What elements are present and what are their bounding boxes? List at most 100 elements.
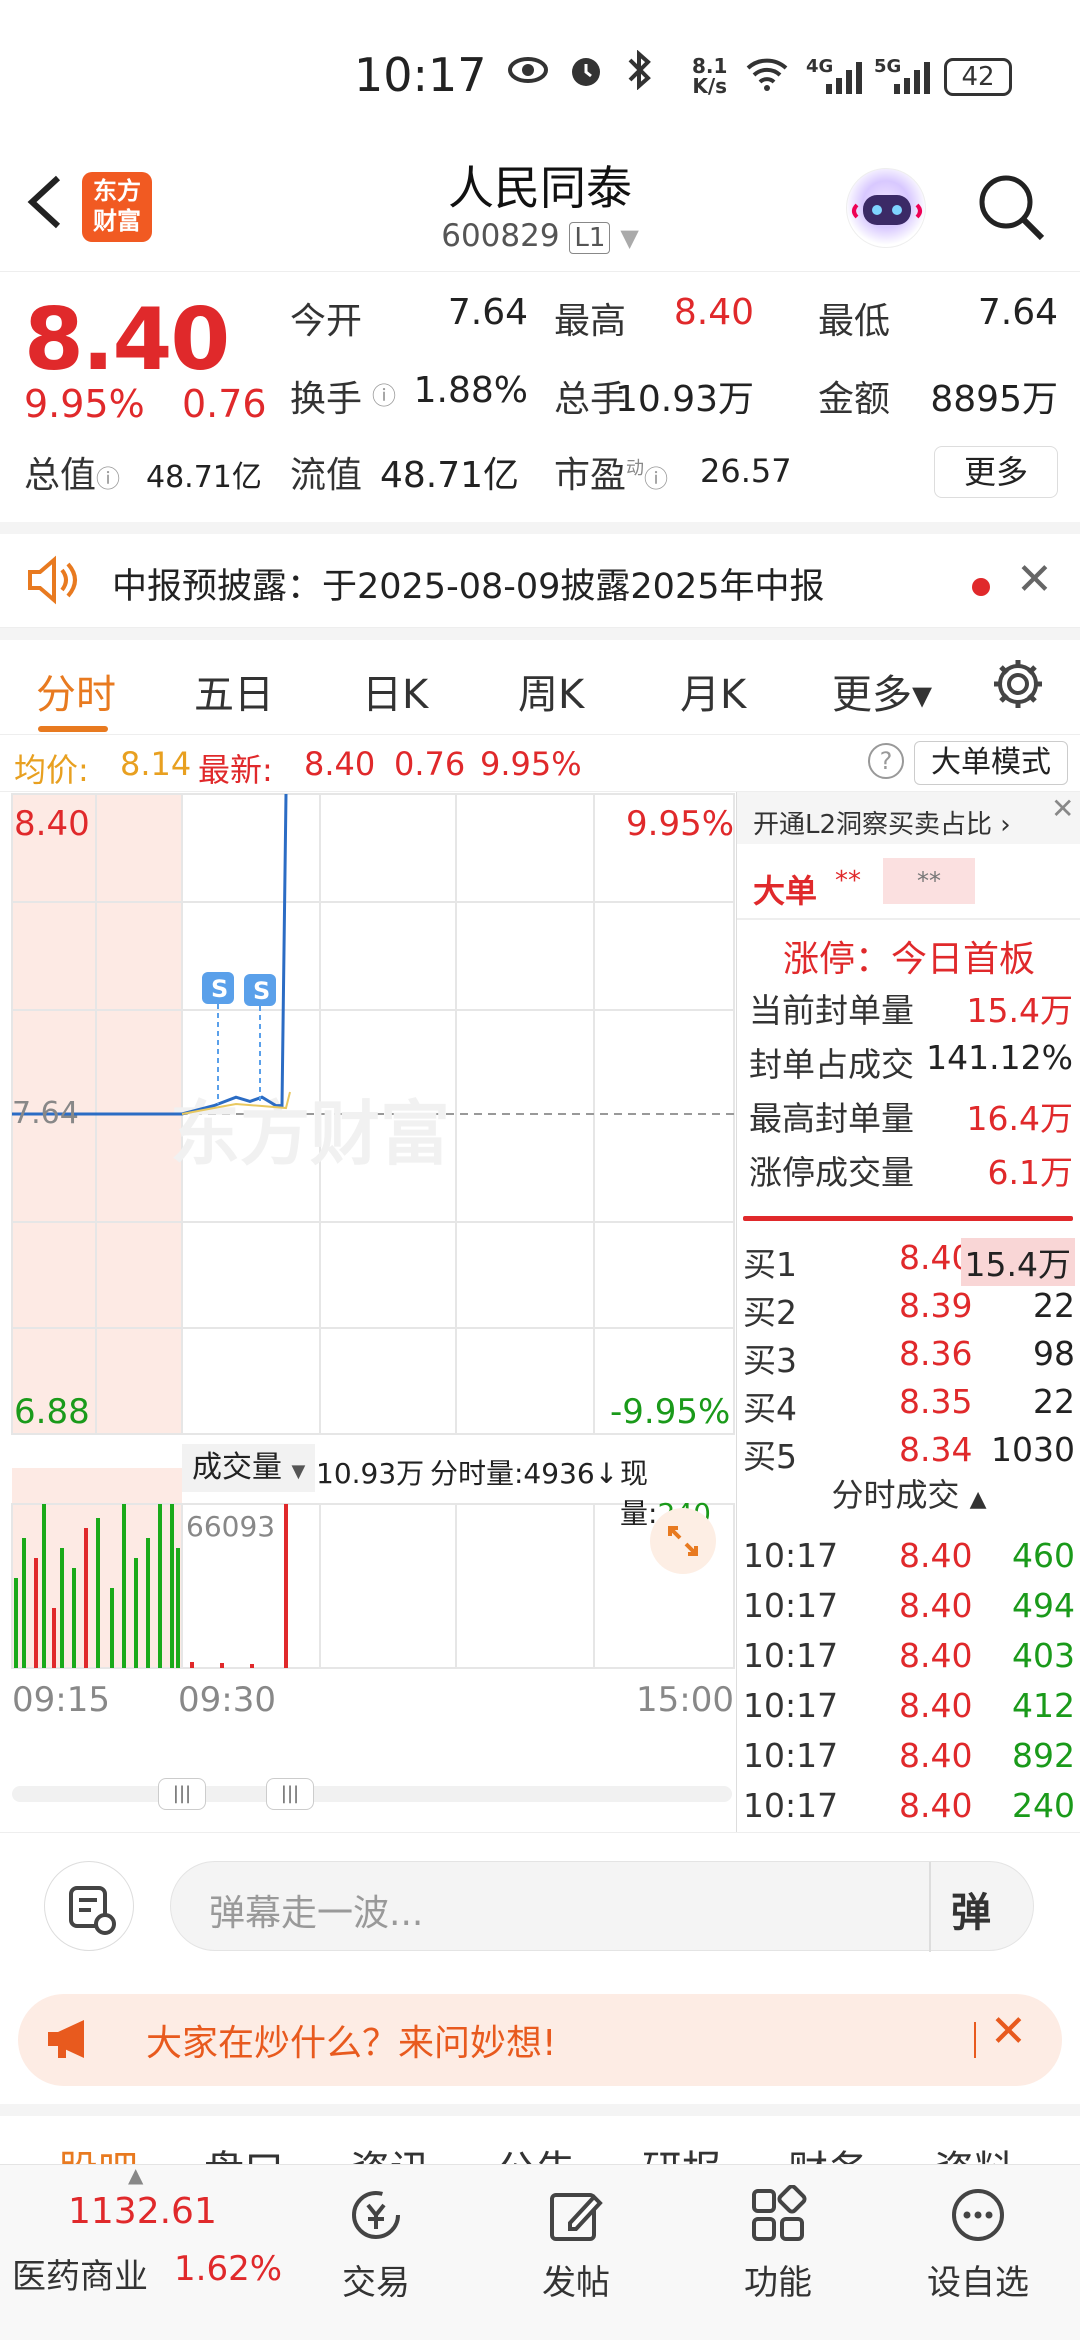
search-button[interactable]	[976, 172, 1046, 242]
latest-value: 8.40	[304, 745, 376, 783]
y-min-price: 6.88	[14, 1392, 90, 1432]
close-icon[interactable]: ✕	[990, 2006, 1027, 2057]
danmaku-placeholder: 弹幕走一波...	[209, 1893, 424, 1934]
tab-0[interactable]: 分时	[36, 662, 116, 720]
more-stats-button[interactable]: 更多	[934, 446, 1058, 498]
s-marker-1[interactable]: S	[202, 972, 234, 1104]
search-icon	[979, 175, 1045, 241]
close-icon[interactable]: ✕	[1016, 554, 1053, 605]
time-range-slider[interactable]	[12, 1786, 732, 1802]
volume-bar	[250, 1664, 254, 1668]
volume-max: 66093	[186, 1510, 276, 1543]
float-value-label: 流值	[290, 455, 363, 496]
order-book-panel: 开通L2洞察买卖占比 › ✕ 大单 ** ** 涨停：今日首板 当前封单量 15.…	[736, 792, 1080, 1832]
close-icon: ✕	[1051, 792, 1075, 825]
volume-bar	[96, 1518, 100, 1668]
danmaku-input[interactable]: 弹幕走一波... 弹	[170, 1861, 1034, 1952]
tab-4[interactable]: 月K	[680, 662, 746, 720]
wifi-icon	[744, 54, 790, 94]
eye-icon	[508, 52, 548, 88]
battery-level: 42	[961, 62, 995, 92]
index-name: 医药商业	[12, 2257, 148, 2297]
time-end: 15:00	[636, 1680, 734, 1720]
bottom-navigation: ▲ 1132.61 医药商业 1.62% 交易 发帖 功能 设自选	[0, 2163, 1080, 2341]
big-order-masked-2[interactable]: **	[883, 858, 975, 904]
nav-functions[interactable]: 功能	[708, 2184, 848, 2304]
time-open: 09:30	[178, 1680, 276, 1720]
volume-bar	[14, 1578, 18, 1668]
tick-volume: 分时量:4936↓	[430, 1457, 619, 1490]
limit-up-title: 涨停：今日首板	[782, 939, 1035, 980]
danmaku-settings-icon	[69, 1886, 116, 1935]
avg-value: 8.14	[120, 745, 192, 783]
volume-bar	[60, 1548, 64, 1668]
volume-dropdown[interactable]: 成交量 ▼	[182, 1444, 316, 1492]
slider-handle-left[interactable]: |||	[158, 1778, 206, 1810]
volume-bar	[146, 1538, 150, 1668]
volume-bar	[220, 1663, 224, 1668]
nav-trade[interactable]: 交易	[306, 2185, 446, 2304]
bluetooth-icon	[622, 49, 658, 91]
net-speed-unit: K/s	[692, 74, 728, 98]
volume-bar	[134, 1558, 138, 1668]
tab-1[interactable]: 五日	[194, 662, 274, 720]
active-tab-indicator	[38, 726, 108, 732]
danmaku-settings-button[interactable]	[44, 1861, 134, 1951]
tab-3[interactable]: 周K	[518, 662, 584, 720]
danmaku-send-button[interactable]: 弹	[951, 1880, 991, 1938]
stat-label: 今开	[290, 301, 363, 342]
stat-value: 8.40	[673, 292, 754, 333]
s-marker-2[interactable]: S	[244, 974, 276, 1104]
y-ref-price: 7.64	[12, 1096, 79, 1131]
volume-bar	[72, 1568, 76, 1668]
volume-bar	[190, 1662, 194, 1668]
pe-value: 26.57	[700, 452, 792, 490]
big-order-masked: **	[835, 866, 861, 896]
ai-ask-banner[interactable]: 大家在炒什么？来问妙想! ✕	[18, 1994, 1062, 2086]
latest-pct: 9.95%	[480, 745, 582, 783]
intraday-chart[interactable]: 东方财富 S S 8.40 9.95% 7.64 6.88 -9.95% 成交量…	[0, 792, 736, 1832]
quote-panel: 8.40 9.95% 0.76 今开 7.64 最高 8.40 最低 7.64 换手 ⓘ 1.8…	[0, 272, 1080, 522]
gear-icon	[994, 660, 1042, 708]
volume-bar	[34, 1558, 38, 1668]
stock-header: 东方 财富 人民同泰 600829 L1 ▼	[0, 150, 1080, 272]
index-value: 1132.61	[68, 2191, 217, 2232]
volume-total: 10.93万	[316, 1457, 425, 1490]
svg-text:S: S	[211, 975, 228, 1003]
speaker-icon	[26, 554, 84, 606]
ticks-title[interactable]: 分时成交 ▲	[737, 1470, 1080, 1516]
signal-icon	[812, 62, 862, 96]
settings-button[interactable]	[990, 656, 1046, 712]
info-icon-2: ⓘ	[644, 465, 669, 493]
index-ticker[interactable]: ▲ 1132.61 医药商业 1.62%	[0, 2163, 282, 2341]
help-icon[interactable]: ?	[868, 743, 904, 779]
l2-promo[interactable]: 开通L2洞察买卖占比 › ✕	[737, 792, 1080, 844]
earnings-notice-bar[interactable]: 中报预披露：于2025-08-09披露2025年中报 ✕	[0, 522, 1080, 628]
ai-assistant-avatar[interactable]	[846, 168, 926, 248]
grid-icon	[748, 2184, 808, 2245]
chart-info-row: 均价: 8.14 最新: 8.40 0.76 9.95% ? 大单模式	[0, 734, 1080, 792]
stat-value: 1.88%	[413, 370, 528, 411]
info-icon[interactable]: ⓘ	[372, 376, 396, 411]
nav-add-watchlist[interactable]: 设自选	[908, 2185, 1048, 2304]
expand-chart-button[interactable]	[650, 1508, 716, 1574]
time-start: 09:15	[12, 1680, 110, 1720]
volume-bar	[170, 1504, 174, 1668]
stat-label: 最高	[554, 301, 627, 342]
stat-value: 7.64	[977, 292, 1058, 333]
content-tabs: 股吧盘口资讯公告研报财务资料	[0, 2104, 1080, 2168]
megaphone-icon	[44, 2016, 94, 2062]
total-value-label: 总值ⓘ	[24, 455, 121, 496]
volume-bar	[122, 1504, 126, 1668]
chevron-up-icon: ▲	[128, 2163, 144, 2187]
alarm-icon	[566, 50, 606, 90]
y-max-price: 8.40	[14, 804, 90, 844]
nav-post[interactable]: 发帖	[506, 2185, 646, 2304]
tab-5[interactable]: 更多▾	[832, 662, 932, 720]
signal-icon-2	[880, 62, 930, 96]
volume-bar	[52, 1608, 56, 1668]
tab-2[interactable]: 日K	[362, 662, 428, 720]
slider-handle-right[interactable]: |||	[266, 1778, 314, 1810]
volume-bar	[284, 1504, 288, 1668]
big-order-mode-button[interactable]: 大单模式	[914, 741, 1068, 785]
